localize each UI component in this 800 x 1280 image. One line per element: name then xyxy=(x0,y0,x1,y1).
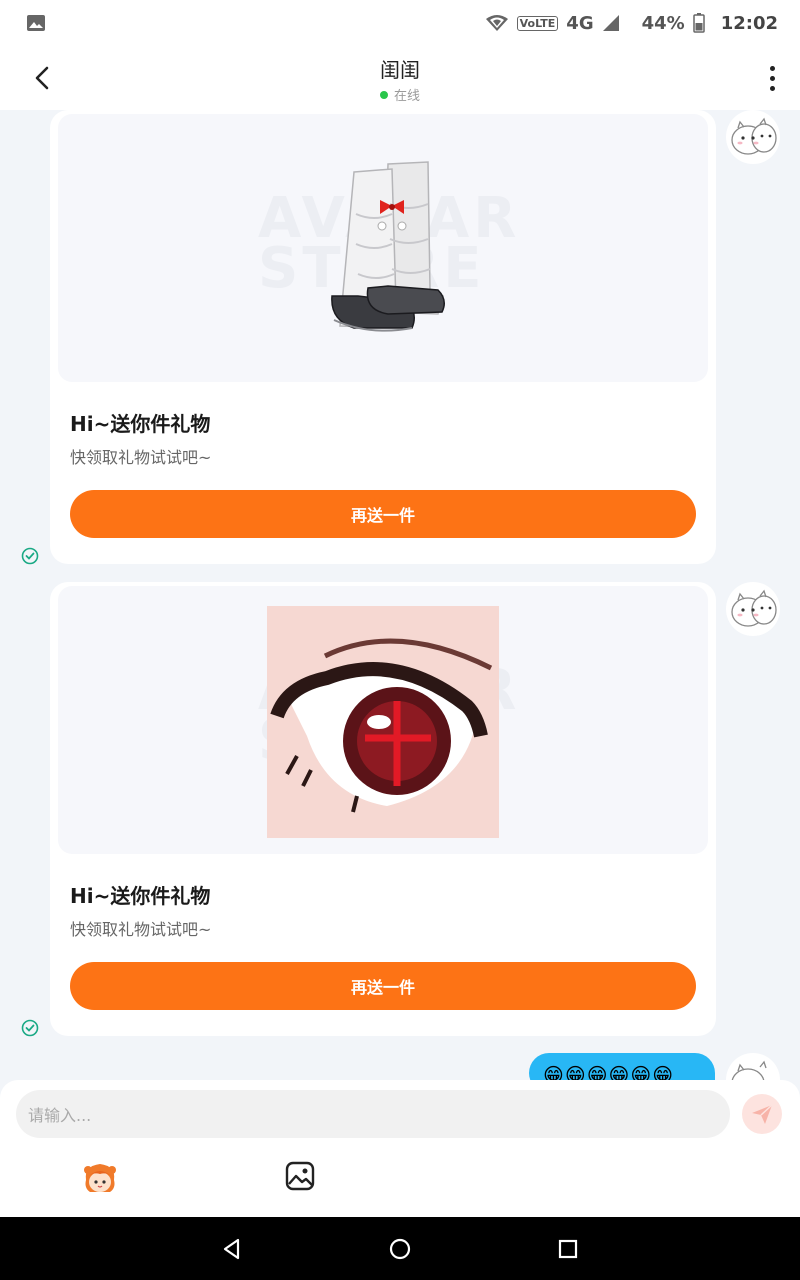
contact-name: 闺闺 xyxy=(380,58,420,82)
gift-image[interactable]: AVATAR STORE xyxy=(58,586,708,854)
battery-percent: 44% xyxy=(641,12,685,34)
cartoon-girl-icon xyxy=(84,1164,116,1192)
battery-icon xyxy=(692,13,705,33)
volte-badge: VoLTE xyxy=(516,15,559,31)
gift-card-subtitle: 快领取礼物试试吧~ xyxy=(70,920,212,939)
message-input[interactable]: 请输入... xyxy=(16,1090,730,1138)
gallery-notification-icon xyxy=(27,15,45,31)
cat-avatar-icon xyxy=(731,117,777,155)
outgoing-message-bubble[interactable]: 😁😁😁😁😁😁 xyxy=(529,1053,715,1080)
paper-plane-icon xyxy=(752,1104,773,1124)
leg-warmers-shoes-image xyxy=(331,161,445,332)
gift-card: AVATAR STORE Hi~送你件礼物 快领取礼物试试吧~ 再送 xyxy=(50,110,716,564)
gift-card-title: Hi~送你件礼物 xyxy=(70,412,211,436)
image-picker-button[interactable] xyxy=(284,1160,316,1192)
composer: 请输入... xyxy=(0,1080,800,1217)
cat-avatar-icon xyxy=(731,1060,767,1080)
gift-card-title: Hi~送你件礼物 xyxy=(70,884,211,908)
gift-card-subtitle: 快领取礼物试试吧~ xyxy=(70,448,212,467)
online-status: 在线 xyxy=(379,85,420,104)
network-type: 4G xyxy=(566,12,594,34)
image-icon xyxy=(285,1161,315,1191)
red-eye-image xyxy=(270,638,493,813)
gift-card: AVATAR STORE Hi~送你件礼物 快领取礼物试试吧~ 再送一件 xyxy=(50,582,716,1036)
avatar[interactable] xyxy=(726,110,780,164)
send-another-button[interactable]: 再送一件 xyxy=(70,962,696,1010)
nav-back-icon[interactable] xyxy=(218,1235,246,1263)
avatar[interactable] xyxy=(726,1053,780,1080)
read-check-icon xyxy=(21,1019,39,1037)
send-button[interactable] xyxy=(742,1094,782,1134)
chat-header: 闺闺 在线 xyxy=(0,46,800,110)
avatar[interactable] xyxy=(726,582,780,636)
clock: 12:02 xyxy=(720,12,778,34)
send-another-button[interactable]: 再送一件 xyxy=(70,490,696,538)
gift-image[interactable]: AVATAR STORE xyxy=(58,114,708,382)
system-nav-bar xyxy=(0,1217,800,1280)
nav-recents-icon[interactable] xyxy=(554,1235,582,1263)
avatar-gift-button[interactable] xyxy=(80,1158,120,1198)
read-check-icon xyxy=(21,547,39,565)
status-bar: VoLTE 4G 44% 12:02 xyxy=(0,0,800,46)
online-dot-icon xyxy=(379,90,388,99)
wifi-icon xyxy=(485,15,508,31)
more-options-button[interactable] xyxy=(762,60,782,96)
nav-home-icon[interactable] xyxy=(386,1235,414,1263)
eye-image-frame xyxy=(267,606,499,838)
cat-avatar-icon xyxy=(731,589,777,627)
chat-message-list[interactable]: AVATAR STORE Hi~送你件礼物 快领取礼物试试吧~ 再送 xyxy=(0,110,800,1080)
signal-icon xyxy=(602,15,619,31)
online-status-text: 在线 xyxy=(393,89,420,104)
